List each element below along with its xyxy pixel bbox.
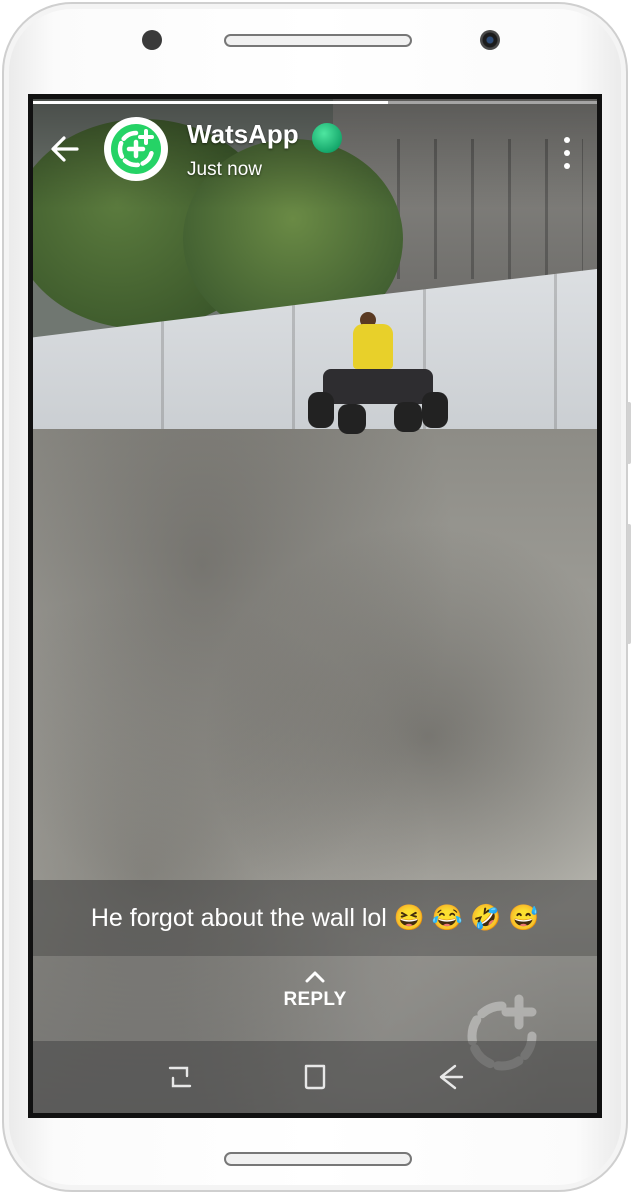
status-progress-bar [33, 101, 597, 104]
nav-back-button[interactable] [433, 1060, 467, 1094]
more-vert-icon [564, 163, 570, 169]
photo-rider [353, 324, 393, 369]
back-icon [439, 1064, 463, 1090]
proximity-sensor [142, 30, 162, 50]
status-timestamp: Just now [187, 159, 262, 180]
recent-apps-button[interactable] [163, 1060, 197, 1094]
avatar[interactable] [104, 117, 168, 181]
bottom-speaker [224, 1152, 412, 1166]
status-caption: He forgot about the wall lol 😆 😂 🤣 😅 [90, 903, 540, 932]
arrow-left-icon [51, 136, 79, 162]
reply-button[interactable]: REPLY [265, 969, 365, 1029]
earpiece-speaker [224, 34, 412, 47]
status-viewer[interactable]: WatsApp Just now He forgot about the wal… [33, 99, 597, 1113]
home-button[interactable] [298, 1060, 332, 1094]
recent-apps-icon [169, 1066, 192, 1088]
status-progress-fill [33, 101, 389, 104]
system-nav-bar [33, 1041, 597, 1113]
photo-atv-body [323, 369, 433, 404]
power-button [627, 524, 631, 644]
photo-atv-rider [308, 312, 448, 444]
front-camera [480, 30, 500, 50]
photo-wheel [308, 392, 334, 428]
reply-label: REPLY [283, 989, 347, 1010]
status-plus-icon [111, 124, 161, 174]
online-dot [312, 123, 342, 153]
home-icon [304, 1064, 326, 1090]
back-button[interactable] [45, 129, 85, 169]
contact-name: WatsApp [187, 119, 299, 149]
chevron-up-icon [305, 971, 325, 983]
more-vert-icon [564, 150, 570, 156]
photo-wheel [422, 392, 448, 428]
caption-band: He forgot about the wall lol 😆 😂 🤣 😅 [33, 880, 597, 956]
more-options-button[interactable] [557, 135, 577, 171]
photo-wheel [338, 404, 366, 434]
more-vert-icon [564, 137, 570, 143]
volume-button [627, 402, 631, 464]
phone-screen: WatsApp Just now He forgot about the wal… [28, 94, 602, 1118]
photo-wheel [394, 402, 422, 432]
